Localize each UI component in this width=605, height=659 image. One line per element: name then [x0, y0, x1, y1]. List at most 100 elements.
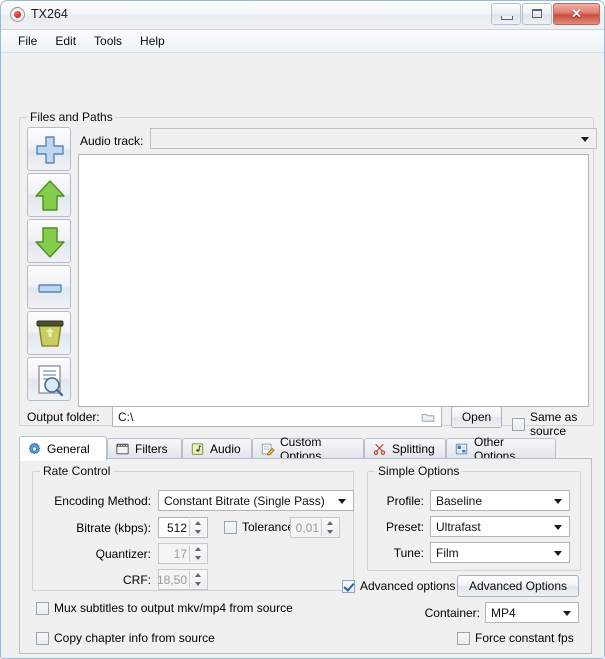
tune-combo[interactable]: Film — [430, 542, 570, 563]
quantizer-value: 17 — [173, 546, 187, 561]
stepper-up-icon[interactable] — [190, 571, 206, 580]
simple-options-title: Simple Options — [375, 464, 463, 478]
tab-audio[interactable]: Audio — [182, 438, 252, 460]
tab-custom-options[interactable]: Custom Options — [252, 435, 364, 463]
minimize-button[interactable] — [491, 3, 521, 25]
stepper-down-icon[interactable] — [190, 554, 206, 563]
tab-audio-label: Audio — [210, 442, 241, 456]
preview-file-button[interactable] — [27, 357, 71, 401]
crf-stepper[interactable] — [189, 571, 206, 588]
open-button-label: Open — [461, 410, 492, 424]
document-search-icon — [38, 365, 64, 397]
audio-track-combo[interactable] — [150, 128, 597, 149]
clear-list-button[interactable] — [27, 311, 71, 355]
general-tab-panel: Rate Control Encoding Method: Constant B… — [19, 458, 592, 654]
profile-value: Baseline — [436, 493, 483, 508]
container-label: Container: — [424, 606, 480, 620]
close-button[interactable]: ✕ — [553, 3, 600, 25]
files-and-paths-title: Files and Paths — [27, 110, 116, 124]
main-content: Files and Paths Audio track: Output fold… — [1, 53, 604, 658]
tune-label: Tune: — [393, 546, 424, 560]
chevron-down-icon — [563, 610, 571, 616]
menu-file[interactable]: File — [9, 32, 46, 50]
stepper-up-icon[interactable] — [190, 519, 206, 528]
tab-strip: General Filters Audio Custom Options Spl… — [19, 435, 592, 463]
bitrate-value: 512 — [166, 520, 187, 535]
close-icon: ✕ — [571, 6, 582, 21]
gear-icon — [27, 442, 42, 456]
advanced-options-checkbox[interactable]: Advanced options — [342, 579, 455, 593]
arrow-up-icon — [35, 180, 65, 211]
stepper-up-icon[interactable] — [190, 545, 206, 554]
profile-combo[interactable]: Baseline — [430, 490, 570, 511]
rate-control-title: Rate Control — [40, 464, 114, 478]
output-folder-input[interactable]: C:\ — [112, 406, 442, 427]
open-folder-button[interactable]: Open — [451, 406, 502, 428]
output-folder-value: C:\ — [118, 409, 134, 424]
tolerance-input[interactable]: 0,01 — [290, 517, 340, 538]
tolerance-stepper[interactable] — [321, 519, 338, 536]
tab-filters[interactable]: Filters — [107, 438, 182, 460]
copy-chapter-checkbox[interactable]: Copy chapter info from source — [36, 631, 215, 645]
stepper-down-icon[interactable] — [190, 528, 206, 537]
preset-combo[interactable]: Ultrafast — [430, 516, 570, 537]
maximize-button[interactable] — [522, 3, 552, 25]
application-window: TX264 ✕ File Edit Tools Help Files and P… — [0, 0, 605, 659]
container-value: MP4 — [491, 605, 516, 620]
crf-input[interactable]: 18,50 — [156, 569, 208, 590]
folder-icon[interactable] — [421, 412, 435, 422]
encoding-method-combo[interactable]: Constant Bitrate (Single Pass) — [158, 490, 354, 511]
tab-general[interactable]: General — [19, 436, 107, 461]
mux-subtitles-checkbox[interactable]: Mux subtitles to output mkv/mp4 from sou… — [36, 601, 293, 615]
container-combo[interactable]: MP4 — [485, 602, 579, 623]
quantizer-label: Quantizer: — [95, 547, 151, 561]
checkbox-box — [36, 631, 49, 645]
add-file-button[interactable] — [27, 127, 71, 171]
chevron-down-icon — [554, 498, 562, 504]
simple-options-group: Simple Options Profile: Baseline Preset:… — [367, 464, 581, 571]
pencil-note-icon — [260, 442, 275, 456]
mux-subtitles-label: Mux subtitles to output mkv/mp4 from sou… — [54, 601, 293, 615]
tab-splitting[interactable]: Splitting — [364, 438, 446, 460]
checkbox-box — [36, 601, 49, 615]
tolerance-value: 0,01 — [295, 520, 319, 535]
scissors-icon — [372, 442, 387, 456]
quantizer-input[interactable]: 17 — [158, 543, 208, 564]
output-folder-label: Output folder: — [27, 410, 100, 424]
minus-icon — [38, 284, 62, 293]
advanced-options-button[interactable]: Advanced Options — [457, 575, 579, 597]
file-list[interactable] — [78, 154, 589, 407]
stepper-down-icon[interactable] — [322, 528, 338, 537]
menu-tools[interactable]: Tools — [85, 32, 131, 50]
checkbox-box — [342, 579, 355, 593]
tab-general-label: General — [47, 441, 90, 456]
audio-track-label: Audio track: — [80, 134, 144, 148]
move-down-button[interactable] — [27, 219, 71, 263]
arrow-down-icon — [35, 227, 65, 258]
menu-help[interactable]: Help — [131, 32, 174, 50]
checkbox-box — [224, 520, 237, 534]
chevron-down-icon — [338, 498, 346, 504]
tab-filters-label: Filters — [135, 442, 168, 456]
preset-value: Ultrafast — [436, 519, 481, 534]
move-up-button[interactable] — [27, 173, 71, 217]
force-constant-fps-checkbox[interactable]: Force constant fps — [457, 631, 574, 645]
remove-file-button[interactable] — [27, 265, 71, 309]
chevron-down-icon — [554, 524, 562, 530]
grid-squares-icon — [454, 442, 469, 456]
advanced-options-button-label: Advanced Options — [468, 579, 568, 593]
stepper-down-icon[interactable] — [190, 580, 206, 589]
tolerance-checkbox[interactable]: Tolerance: — [224, 520, 297, 534]
tab-other-options[interactable]: Other Options — [446, 435, 556, 463]
menu-edit[interactable]: Edit — [46, 32, 85, 50]
stepper-up-icon[interactable] — [322, 519, 338, 528]
force-constant-fps-label: Force constant fps — [475, 631, 574, 645]
output-folder-row: Output folder: C:\ Open Same as source — [27, 406, 587, 438]
quantizer-stepper[interactable] — [189, 545, 206, 562]
bitrate-input[interactable]: 512 — [158, 517, 208, 538]
crf-value: 18,50 — [156, 572, 187, 587]
bitrate-stepper[interactable] — [189, 519, 206, 536]
crf-label: CRF: — [123, 573, 151, 587]
same-as-source-checkbox[interactable]: Same as source — [512, 410, 587, 438]
music-note-icon — [190, 442, 205, 456]
